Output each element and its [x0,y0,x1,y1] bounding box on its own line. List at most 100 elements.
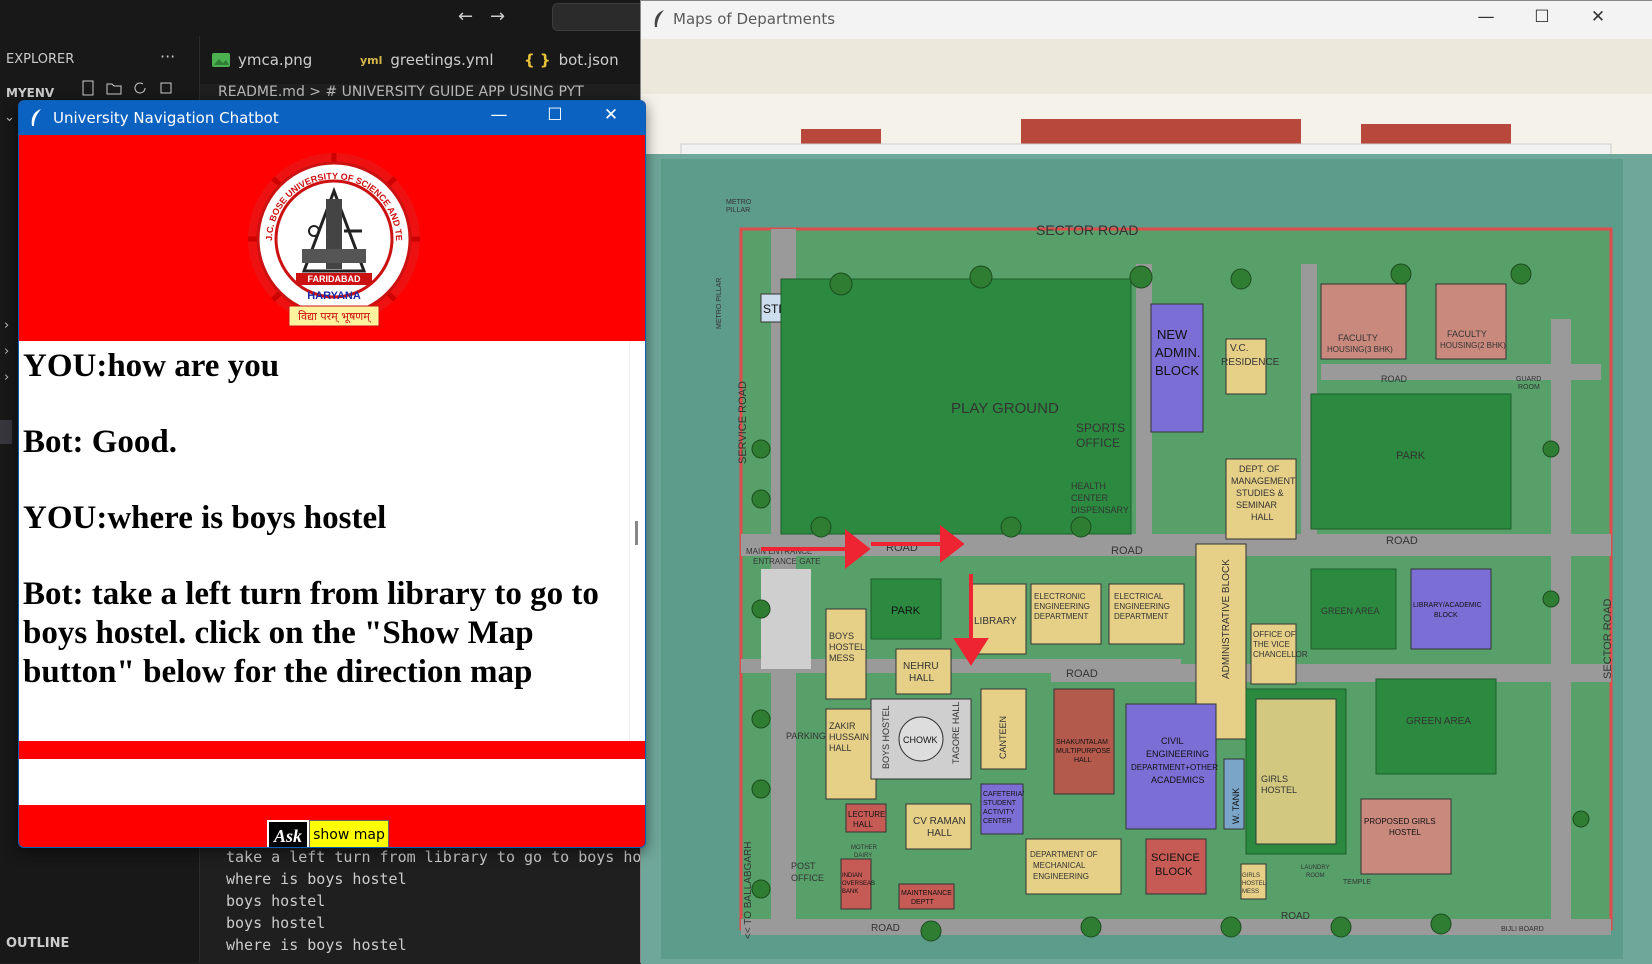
svg-text:FACULTY: FACULTY [1447,329,1487,339]
svg-text:HOUSING(3 BHK): HOUSING(3 BHK) [1327,345,1393,354]
campus-map-image: SECTOR ROAD STP PLAY GROUND SPORTS OFFIC… [641,39,1652,964]
svg-text:HOSTEL: HOSTEL [1261,785,1297,795]
svg-text:METRO: METRO [726,199,752,206]
chevron-down-icon[interactable]: ⌄ [4,110,15,125]
svg-text:STUDENT: STUDENT [983,800,1017,807]
new-file-icon[interactable] [80,80,96,96]
svg-text:ENGINEERING: ENGINEERING [1033,872,1089,881]
feather-icon [31,109,41,126]
university-logo: J.C. BOSE UNIVERSITY OF SCIENCE AND TECH… [240,143,424,331]
svg-text:HOSTEL: HOSTEL [829,642,865,652]
scroll-thumb[interactable] [635,521,638,545]
svg-text:LIBRARY/ACADEMIC: LIBRARY/ACADEMIC [1413,602,1482,609]
svg-text:HOUSING(2 BHK): HOUSING(2 BHK) [1440,341,1506,350]
svg-text:DEPARTMENT OF: DEPARTMENT OF [1030,850,1098,859]
sector-road-label: SECTOR ROAD [1036,222,1138,238]
svg-text:HOSTEL: HOSTEL [1389,828,1422,837]
message-input[interactable] [19,759,645,805]
maximize-button[interactable]: ☐ [1527,7,1557,27]
folder-name[interactable]: MYENV [6,86,54,100]
svg-text:MESS: MESS [829,653,855,663]
ask-button[interactable]: Ask [267,820,309,847]
tab-bot-json[interactable]: { } bot.json [512,36,631,84]
svg-text:BLOCK: BLOCK [1434,612,1458,619]
minimize-button[interactable]: — [485,105,513,125]
user-message: YOU:where is boys hostel [23,500,387,536]
svg-text:PILLAR: PILLAR [726,207,750,214]
user-message: YOU:how are you [23,348,280,384]
svg-text:DEPT. OF: DEPT. OF [1239,464,1280,474]
svg-text:MESS: MESS [1242,889,1259,895]
command-center[interactable] [552,3,652,31]
image-icon [212,53,230,67]
explorer-toolbar [80,80,174,96]
svg-text:POST: POST [791,861,816,871]
chevron-right-icon[interactable]: › [4,344,9,359]
forward-arrow-icon[interactable]: → [490,6,505,27]
svg-text:CIVIL: CIVIL [1161,736,1184,746]
svg-text:LAUNDRY: LAUNDRY [1301,865,1330,871]
map-window: Maps of Departments — ☐ ✕ SECTOR ROAD ST… [640,0,1652,964]
tab-ymca-png[interactable]: ymca.png [200,36,324,84]
svg-text:HALL: HALL [853,820,874,829]
svg-text:BANK: BANK [842,889,858,895]
terminal-line: where is boys hostel [226,870,407,888]
svg-text:LECTURE: LECTURE [848,810,885,819]
svg-text:METRO PILLAR: METRO PILLAR [716,278,723,329]
more-actions-icon[interactable]: ··· [160,47,175,66]
svg-text:CANTEEN: CANTEEN [998,716,1008,759]
svg-text:HALL: HALL [909,673,934,684]
feather-icon [654,10,664,27]
new-folder-icon[interactable] [106,80,122,96]
terminal[interactable]: take a left turn from library to go to b… [200,846,652,963]
breadcrumb[interactable]: README.md > # UNIVERSITY GUIDE APP USING… [218,84,648,100]
svg-text:HALL: HALL [1251,512,1274,522]
svg-text:DEPARTMENT+OTHER: DEPARTMENT+OTHER [1131,763,1218,772]
svg-text:SCIENCE: SCIENCE [1151,852,1200,864]
svg-text:PROPOSED GIRLS: PROPOSED GIRLS [1364,817,1436,826]
svg-text:NEHRU: NEHRU [903,661,939,672]
close-button[interactable]: ✕ [597,105,625,125]
svg-text:FACULTY: FACULTY [1338,333,1378,343]
svg-text:MULTIPURPOSE: MULTIPURPOSE [1056,748,1111,755]
terminal-line: where is boys hostel [226,936,407,954]
svg-text:MAINTENANCE: MAINTENANCE [901,890,952,897]
svg-text:ACADEMICS: ACADEMICS [1151,775,1205,785]
chevron-right-icon[interactable]: › [4,370,9,385]
svg-text:BIJLI BOARD: BIJLI BOARD [1501,926,1544,933]
svg-text:LIBRARY: LIBRARY [974,616,1017,627]
svg-text:CHANCELLOR: CHANCELLOR [1253,650,1308,659]
show-map-button[interactable]: show map [309,820,389,847]
terminal-line: boys hostel [226,914,326,932]
svg-text:ENTRANCE GATE: ENTRANCE GATE [753,557,820,566]
svg-text:OFFICE: OFFICE [791,873,824,883]
collapse-icon[interactable] [158,80,174,96]
svg-text:GREEN AREA: GREEN AREA [1406,716,1471,727]
maximize-button[interactable]: ☐ [541,105,569,125]
svg-text:DEPARTMENT: DEPARTMENT [1034,612,1088,621]
svg-text:ENGINEERING: ENGINEERING [1146,749,1209,759]
svg-text:CENTER: CENTER [983,818,1012,825]
minimize-button[interactable]: — [1471,7,1501,27]
svg-text:INDIAN: INDIAN [842,873,862,879]
yaml-icon: yml [360,53,383,67]
chevron-right-icon[interactable]: › [4,318,9,333]
svg-text:SPORTS: SPORTS [1076,421,1125,435]
back-arrow-icon[interactable]: ← [458,6,473,27]
svg-text:ROAD: ROAD [1281,911,1310,922]
svg-text:BOYS HOSTEL: BOYS HOSTEL [881,705,891,769]
svg-text:HEALTH: HEALTH [1071,481,1106,491]
outline-title[interactable]: OUTLINE [6,936,69,951]
refresh-icon[interactable] [132,80,148,96]
close-button[interactable]: ✕ [1583,7,1613,27]
svg-text:ADMINISTRATIVE BLOCK: ADMINISTRATIVE BLOCK [1221,559,1232,679]
svg-text:DISPENSARY: DISPENSARY [1071,505,1129,515]
chatbot-window-title: University Navigation Chatbot [53,109,279,127]
tab-greetings-yml[interactable]: yml greetings.yml [348,36,506,84]
chat-log[interactable]: YOU:how are you Bot: Good. YOU:where is … [19,341,629,741]
json-icon: { } [524,51,551,69]
svg-text:GIRLS: GIRLS [1261,774,1288,784]
svg-text:MOTHER: MOTHER [851,845,878,851]
campus-map: SECTOR ROAD STP PLAY GROUND SPORTS OFFIC… [641,39,1652,964]
svg-text:HUSSAIN: HUSSAIN [829,732,869,742]
